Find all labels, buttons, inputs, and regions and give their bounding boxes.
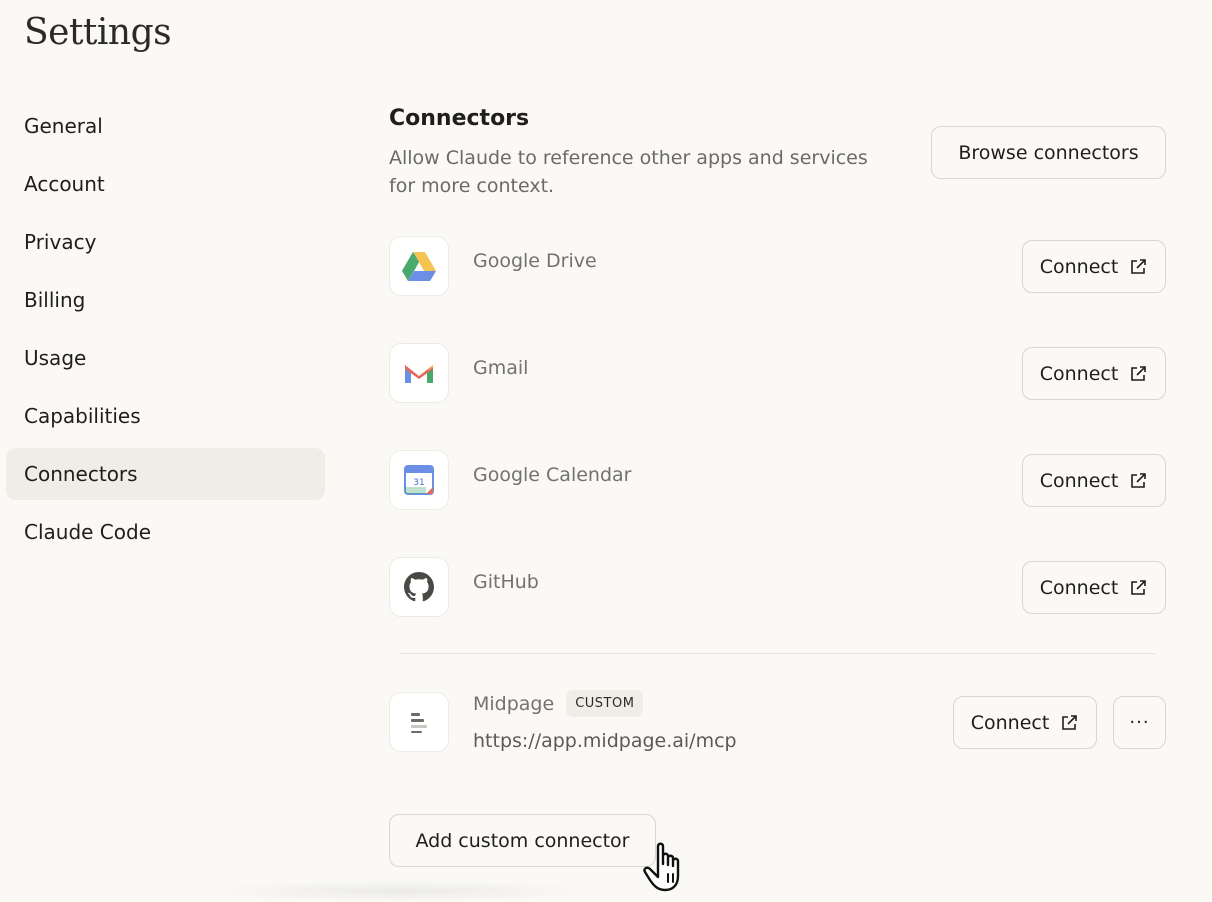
external-link-icon	[1131, 365, 1147, 381]
connect-github-button[interactable]: Connect	[1022, 561, 1166, 614]
sidebar-item-claude-code[interactable]: Claude Code	[6, 506, 325, 558]
connect-google-drive-button[interactable]: Connect	[1022, 240, 1166, 293]
external-link-icon	[1131, 579, 1147, 595]
connector-row-midpage: Midpage CUSTOM https://app.midpage.ai/mc…	[389, 690, 1166, 760]
browse-connectors-button[interactable]: Browse connectors	[931, 126, 1166, 179]
sidebar-item-usage[interactable]: Usage	[6, 332, 325, 384]
midpage-icon	[389, 692, 449, 752]
sidebar-item-billing[interactable]: Billing	[6, 274, 325, 326]
gmail-icon	[389, 343, 449, 403]
scroll-shadow	[200, 880, 600, 902]
hand-pointer-cursor-icon	[643, 842, 680, 892]
connector-name: Google Calendar	[473, 464, 632, 486]
page-title: Settings	[24, 12, 172, 53]
connector-name: Midpage	[473, 692, 555, 715]
sidebar-item-account[interactable]: Account	[6, 158, 325, 210]
connect-label: Connect	[970, 711, 1050, 734]
google-drive-icon	[389, 236, 449, 296]
connect-gmail-button[interactable]: Connect	[1022, 347, 1166, 400]
sidebar-item-general[interactable]: General	[6, 100, 325, 152]
section-title: Connectors	[389, 106, 530, 131]
connect-label: Connect	[1039, 576, 1119, 599]
connector-name: Google Drive	[473, 250, 597, 272]
section-divider	[399, 653, 1155, 654]
custom-badge: CUSTOM	[566, 690, 644, 717]
external-link-icon	[1131, 472, 1147, 488]
sidebar-item-privacy[interactable]: Privacy	[6, 216, 325, 268]
custom-connector-header: Midpage CUSTOM	[473, 690, 644, 717]
connect-label: Connect	[1039, 469, 1119, 492]
add-custom-connector-button[interactable]: Add custom connector	[389, 814, 656, 867]
connector-row-google-calendar: 31 Google Calendar Connect	[389, 450, 1166, 512]
sidebar-item-connectors[interactable]: Connectors	[6, 448, 325, 500]
github-icon	[389, 557, 449, 617]
connector-name: Gmail	[473, 357, 529, 379]
connector-name: GitHub	[473, 571, 539, 593]
connect-midpage-button[interactable]: Connect	[953, 696, 1097, 749]
sidebar-item-capabilities[interactable]: Capabilities	[6, 390, 325, 442]
external-link-icon	[1062, 714, 1078, 730]
connector-url: https://app.midpage.ai/mcp	[473, 730, 737, 752]
more-options-button[interactable]: ···	[1113, 696, 1166, 749]
calendar-day: 31	[413, 478, 424, 488]
connect-label: Connect	[1039, 362, 1119, 385]
connector-row-gmail: Gmail Connect	[389, 343, 1166, 405]
connector-row-google-drive: Google Drive Connect	[389, 236, 1166, 298]
connector-row-github: GitHub Connect	[389, 557, 1166, 619]
connect-label: Connect	[1039, 255, 1119, 278]
external-link-icon	[1131, 258, 1147, 274]
section-description: Allow Claude to reference other apps and…	[389, 147, 868, 197]
settings-sidebar: General Account Privacy Billing Usage Ca…	[6, 100, 325, 564]
connect-google-calendar-button[interactable]: Connect	[1022, 454, 1166, 507]
google-calendar-icon: 31	[389, 450, 449, 510]
